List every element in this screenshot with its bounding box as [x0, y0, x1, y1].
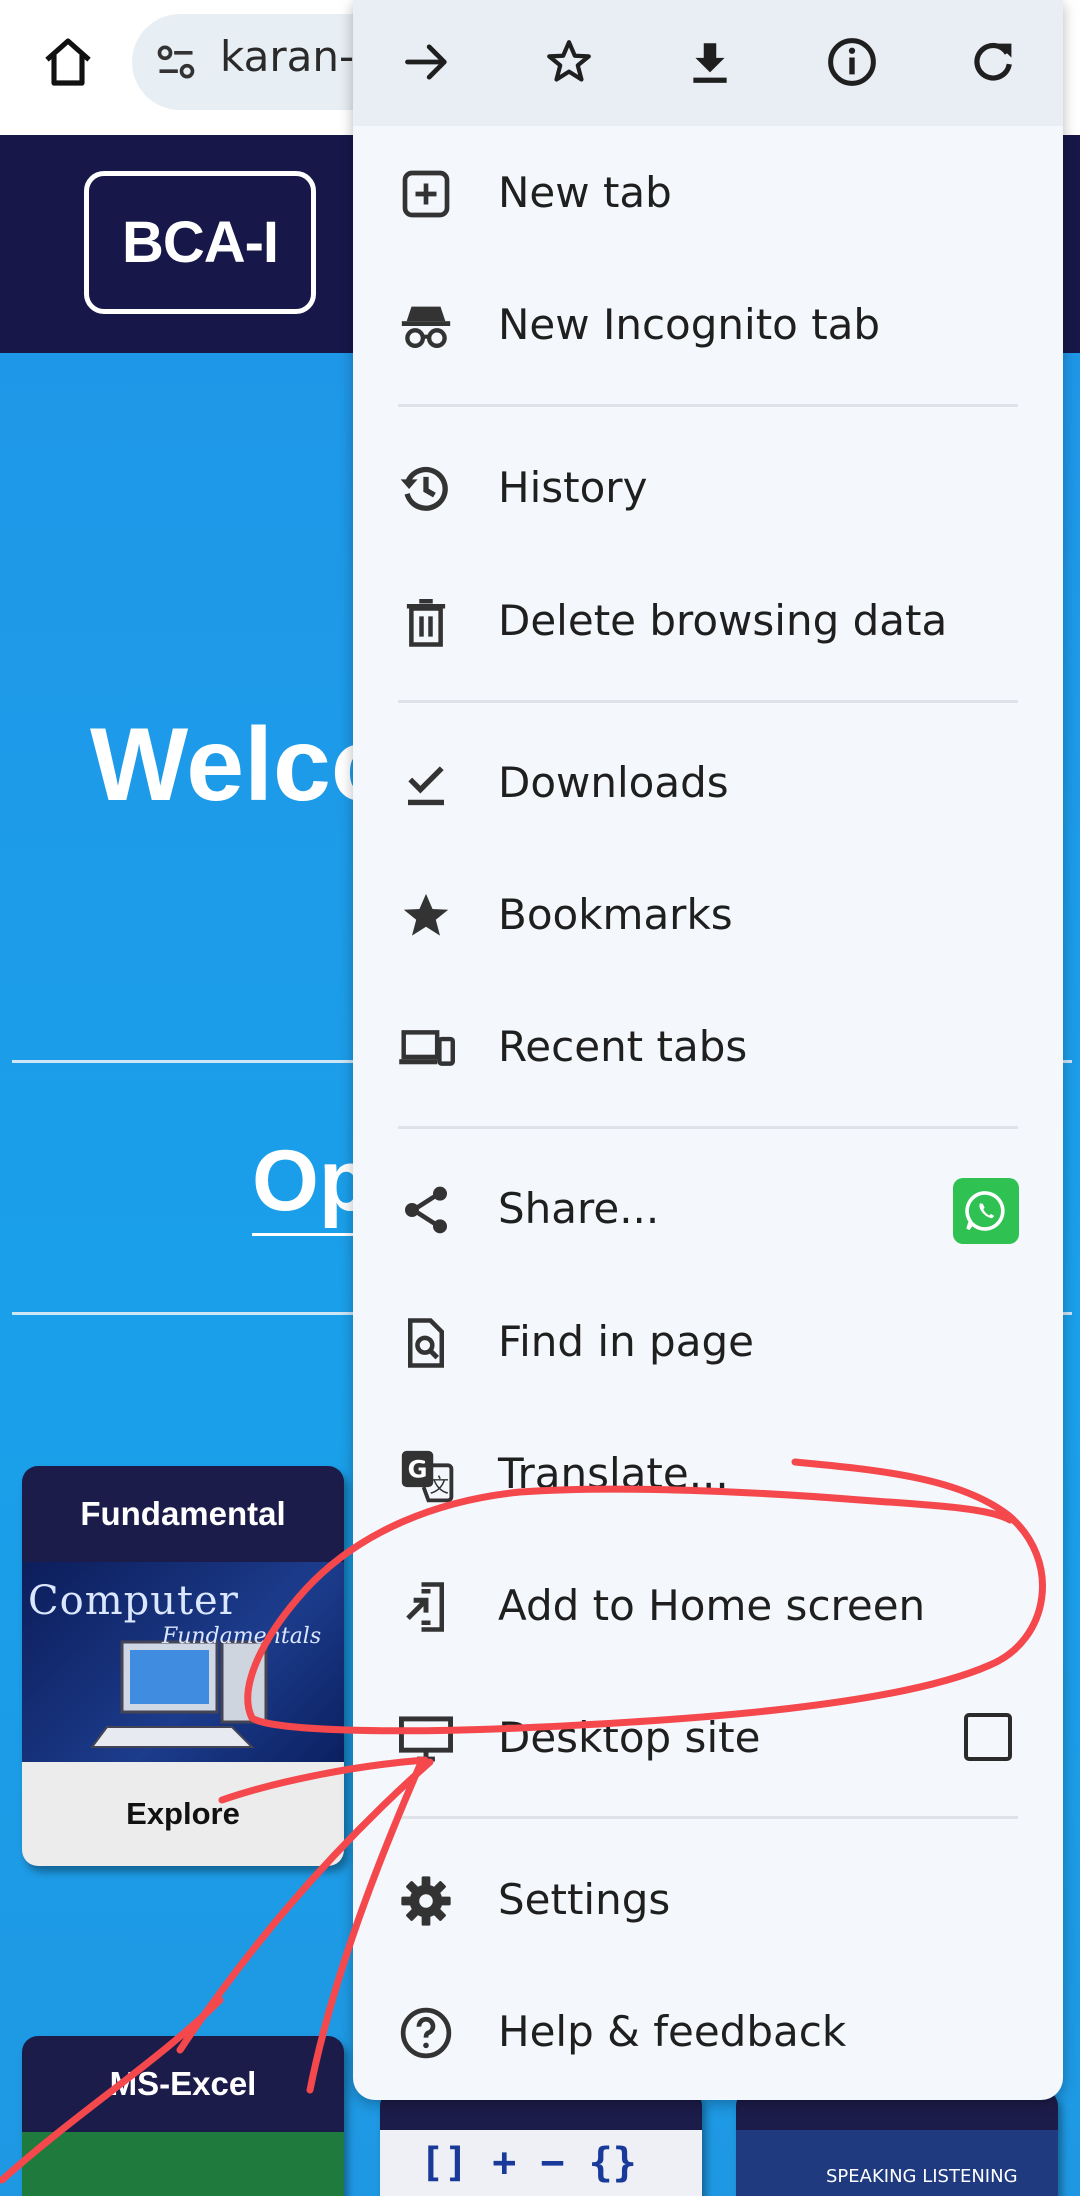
menu-item-bookmarks[interactable]: Bookmarks — [353, 849, 1063, 981]
url-text[interactable]: karan- — [220, 32, 354, 81]
course-card: SPEAKING LISTENING — [736, 2090, 1058, 2196]
svg-text:文: 文 — [430, 1474, 449, 1497]
menu-item-new-tab[interactable]: New tab — [353, 127, 1063, 259]
welcome-heading: Welco — [90, 707, 395, 823]
whatsapp-icon — [965, 1191, 1005, 1231]
card-image-text: Computer — [28, 1578, 239, 1624]
menu-item-label: Translate... — [498, 1449, 729, 1498]
add-to-home-icon — [397, 1578, 455, 1636]
card-title: Fundamental — [80, 1495, 286, 1532]
card-title: MS-Excel — [109, 2065, 257, 2102]
card-image-text: [] + − {} — [420, 2140, 637, 2186]
menu-item-label: Find in page — [498, 1317, 754, 1366]
menu-divider — [398, 1126, 1018, 1129]
site-settings-icon — [157, 45, 195, 79]
home-icon — [45, 38, 91, 86]
refresh-icon — [974, 42, 1012, 81]
page-info-button[interactable] — [810, 20, 894, 104]
menu-item-label: Settings — [498, 1875, 671, 1924]
menu-item-label: History — [498, 463, 648, 512]
star-icon — [397, 887, 455, 945]
menu-item-label: Help & feedback — [498, 2007, 847, 2056]
menu-item-label: Share... — [498, 1184, 660, 1233]
home-button[interactable] — [28, 22, 108, 102]
menu-item-label: Bookmarks — [498, 890, 733, 939]
card-image-text: SPEAKING LISTENING — [826, 2166, 1018, 2187]
help-icon — [397, 2004, 455, 2062]
download-icon — [693, 43, 727, 83]
menu-item-label: Desktop site — [498, 1713, 761, 1762]
card-image-subtext: Fundamentals — [162, 1624, 322, 1649]
menu-item-delete-browsing-data[interactable]: Delete browsing data — [353, 555, 1063, 687]
find-in-page-icon — [397, 1314, 455, 1372]
card-image: SPEAKING LISTENING — [736, 2130, 1058, 2196]
menu-item-label: Add to Home screen — [498, 1581, 926, 1630]
menu-item-label: Delete browsing data — [498, 596, 948, 645]
bookmark-star-icon — [547, 40, 591, 82]
site-settings-button[interactable] — [150, 36, 202, 88]
course-card: [] + − {} — [380, 2090, 702, 2196]
menu-divider — [398, 404, 1018, 407]
page-info-icon — [828, 38, 876, 86]
menu-item-label: New Incognito tab — [498, 300, 881, 349]
incognito-icon — [397, 297, 455, 355]
explore-button[interactable]: Explore — [22, 1762, 344, 1866]
devices-icon — [397, 1019, 455, 1077]
bookmark-button[interactable] — [527, 20, 611, 104]
menu-item-new-incognito-tab[interactable]: New Incognito tab — [353, 259, 1063, 391]
downloads-check-icon — [397, 755, 455, 813]
gear-icon — [397, 1872, 455, 1930]
menu-item-history[interactable]: History — [353, 422, 1063, 554]
course-card-fundamental: Fundamental Computer Fundamentals Explor… — [22, 1466, 344, 1866]
menu-divider — [398, 700, 1018, 703]
forward-icon — [405, 44, 447, 80]
browser-overflow-menu: New tab New Incognito tab History Delete… — [353, 0, 1063, 2100]
desktop-icon — [397, 1710, 455, 1768]
forward-button[interactable] — [385, 20, 469, 104]
new-tab-icon — [397, 165, 455, 223]
menu-item-recent-tabs[interactable]: Recent tabs — [353, 981, 1063, 1113]
history-icon — [397, 460, 455, 518]
menu-item-find-in-page[interactable]: Find in page — [353, 1276, 1063, 1408]
card-image — [22, 2132, 344, 2196]
whatsapp-share-button[interactable] — [953, 1178, 1019, 1244]
menu-item-desktop-site[interactable]: Desktop site — [353, 1672, 1063, 1804]
menu-item-help-feedback[interactable]: Help & feedback — [353, 1966, 1063, 2098]
menu-item-label: Downloads — [498, 758, 729, 807]
menu-item-translate[interactable]: G文 Translate... — [353, 1408, 1063, 1540]
download-button[interactable] — [668, 20, 752, 104]
trash-icon — [397, 593, 455, 651]
refresh-button[interactable] — [951, 20, 1035, 104]
menu-item-label: New tab — [498, 168, 672, 217]
menu-item-downloads[interactable]: Downloads — [353, 717, 1063, 849]
course-card-ms-excel: MS-Excel — [22, 2036, 344, 2196]
share-icon — [397, 1181, 455, 1239]
translate-icon: G文 — [397, 1446, 455, 1504]
menu-action-bar — [353, 0, 1063, 126]
menu-item-settings[interactable]: Settings — [353, 1834, 1063, 1966]
menu-item-add-to-home-screen[interactable]: Add to Home screen — [353, 1540, 1063, 1672]
site-logo[interactable]: BCA-I — [84, 171, 316, 314]
svg-text:G: G — [408, 1455, 428, 1483]
menu-item-label: Recent tabs — [498, 1022, 748, 1071]
desktop-site-checkbox[interactable] — [964, 1713, 1012, 1761]
menu-divider — [398, 1816, 1018, 1819]
card-image: [] + − {} — [380, 2130, 702, 2196]
